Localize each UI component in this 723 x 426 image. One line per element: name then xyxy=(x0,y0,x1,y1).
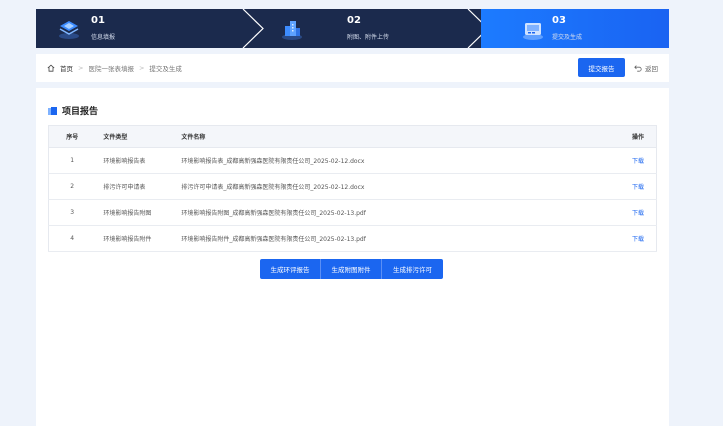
download-link[interactable]: 下载 xyxy=(598,173,657,200)
step-1-number: 01 xyxy=(91,15,105,26)
row-index: 3 xyxy=(48,199,96,226)
row-file-type: 排污许可申请表 xyxy=(95,173,174,200)
row-file-type: 环境影响报告附件 xyxy=(95,225,174,252)
undo-icon xyxy=(634,65,642,72)
back-button[interactable]: 返回 xyxy=(634,63,658,73)
breadcrumb-item-current: 提交及生成 xyxy=(149,65,182,73)
table-header-row: 序号 文件类型 文件名称 操作 xyxy=(48,125,657,148)
row-file-name: 环境影响报告表_成都高新强森医院有限责任公司_2025-02-12.docx xyxy=(173,147,599,174)
step-1: 01 信息填报 xyxy=(36,9,251,48)
section-header: 项目报告 xyxy=(48,104,98,117)
layers-icon xyxy=(59,21,79,39)
table-row: 4 环境影响报告附件 环境影响报告附件_成都高新强森医院有限责任公司_2025-… xyxy=(48,225,657,252)
breadcrumb-separator: > xyxy=(138,64,145,72)
header-index: 序号 xyxy=(48,125,96,148)
row-index: 4 xyxy=(48,225,96,252)
report-panel: 项目报告 序号 文件类型 文件名称 操作 1 环境影响报告表 环境影响报告表_成… xyxy=(36,88,669,426)
row-index: 1 xyxy=(48,147,96,174)
table-row: 1 环境影响报告表 环境影响报告表_成都高新强森医院有限责任公司_2025-02… xyxy=(48,147,657,174)
row-file-type: 环境影响报告表 xyxy=(95,147,174,174)
breadcrumb-bar: 首页 > 医院一张表填报 > 提交及生成 提交报告 返回 xyxy=(36,54,669,82)
step-2: 02 附图、附件上传 xyxy=(268,9,478,48)
submit-report-button[interactable]: 提交报告 xyxy=(578,58,625,77)
header-file-type: 文件类型 xyxy=(95,125,174,148)
step-3: 03 提交及生成 xyxy=(481,9,669,48)
row-file-name: 环境影响报告附件_成都高新强森医院有限责任公司_2025-02-13.pdf xyxy=(173,225,599,252)
step-3-label: 提交及生成 xyxy=(552,34,583,41)
step-2-label: 附图、附件上传 xyxy=(347,34,390,41)
generate-actions: 生成环评报告 生成附图附件 生成排污许可 xyxy=(260,259,443,279)
row-file-name: 环境影响报告附图_成都高新强森医院有限责任公司_2025-02-13.pdf xyxy=(173,199,599,226)
breadcrumb-separator: > xyxy=(78,64,84,72)
row-file-type: 环境影响报告附图 xyxy=(95,199,174,226)
back-button-label: 返回 xyxy=(645,65,658,73)
step-3-number: 03 xyxy=(552,15,566,26)
section-marker-icon xyxy=(48,106,57,115)
breadcrumb: 首页 > 医院一张表填报 > 提交及生成 xyxy=(47,63,182,73)
download-link[interactable]: 下载 xyxy=(598,199,657,226)
download-link[interactable]: 下载 xyxy=(598,147,657,174)
report-files-table: 序号 文件类型 文件名称 操作 1 环境影响报告表 环境影响报告表_成都高新强森… xyxy=(48,125,657,252)
table-row: 2 排污许可申请表 排污许可申请表_成都高新强森医院有限责任公司_2025-02… xyxy=(48,173,657,200)
buildings-icon xyxy=(282,21,302,40)
steps-progress: 01 信息填报 02 附图、附件上传 03 提交及生成 xyxy=(36,9,669,48)
header-file-name: 文件名称 xyxy=(173,125,599,148)
generate-eia-report-button[interactable]: 生成环评报告 xyxy=(260,259,321,279)
step-divider xyxy=(242,9,264,48)
step-1-label: 信息填报 xyxy=(91,34,116,41)
table-row: 3 环境影响报告附图 环境影响报告附图_成都高新强森医院有限责任公司_2025-… xyxy=(48,199,657,226)
row-file-name: 排污许可申请表_成都高新强森医院有限责任公司_2025-02-12.docx xyxy=(173,173,599,200)
section-title: 项目报告 xyxy=(62,107,99,117)
step-2-number: 02 xyxy=(347,15,361,26)
home-icon xyxy=(47,64,55,72)
breadcrumb-item-form[interactable]: 医院一张表填报 xyxy=(88,63,134,73)
cloud-panel-icon xyxy=(523,23,543,40)
header-operation: 操作 xyxy=(598,125,657,148)
row-index: 2 xyxy=(48,173,96,200)
download-link[interactable]: 下载 xyxy=(598,225,657,252)
breadcrumb-home[interactable]: 首页 xyxy=(60,63,73,73)
generate-discharge-permit-button[interactable]: 生成排污许可 xyxy=(382,259,443,279)
generate-attachments-button[interactable]: 生成附图附件 xyxy=(321,259,382,279)
